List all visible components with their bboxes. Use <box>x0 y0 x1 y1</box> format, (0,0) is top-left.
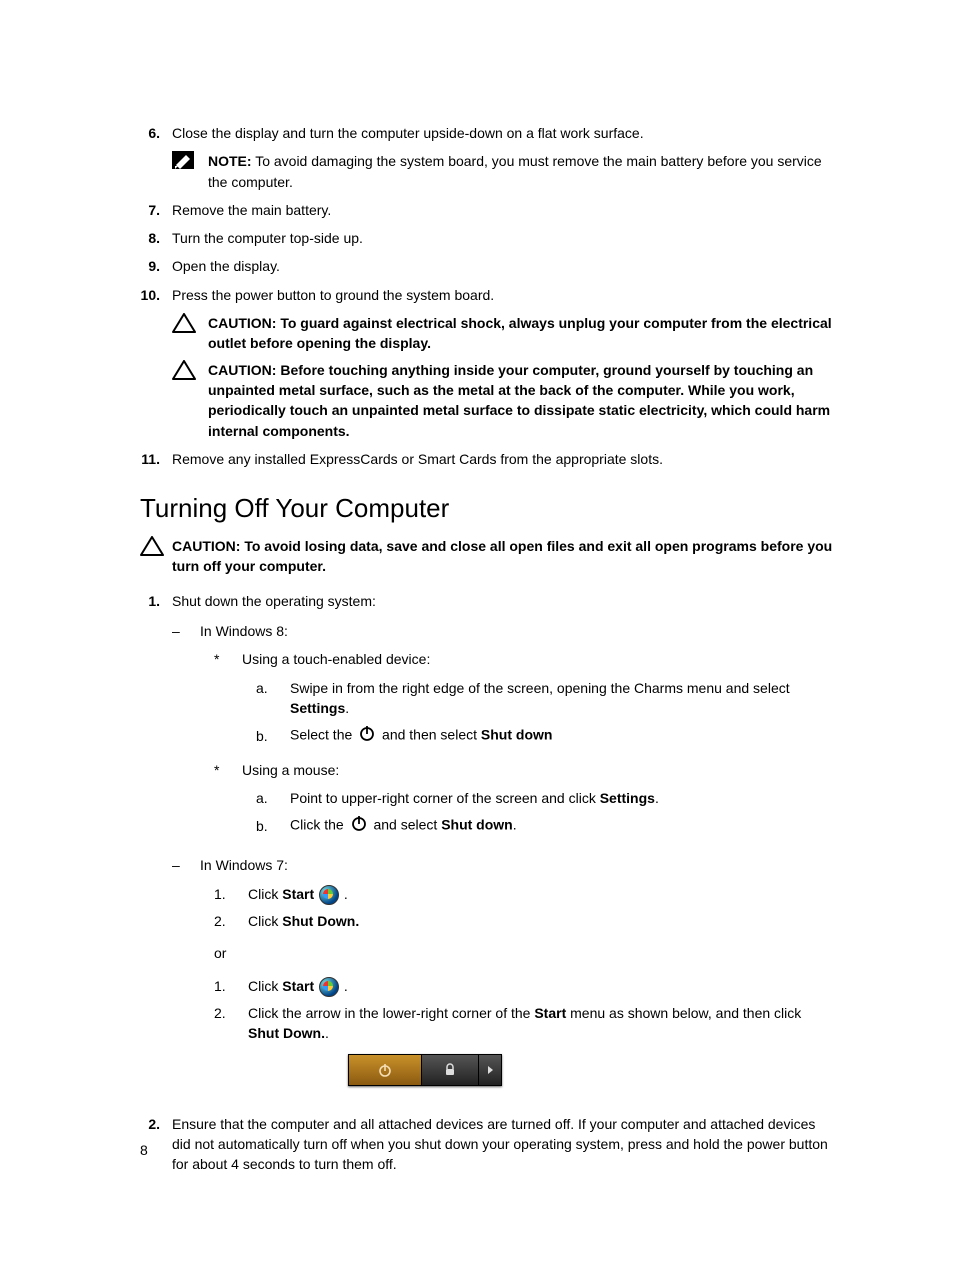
substep-2: 2. Click Shut Down. <box>214 911 834 931</box>
caution-icon <box>140 536 172 577</box>
start-orb-icon <box>319 977 339 997</box>
note-label: NOTE: <box>208 153 252 169</box>
caution-icon <box>172 360 208 441</box>
step-number: 6. <box>140 123 172 143</box>
substep-a: a. Point to upper-right corner of the sc… <box>256 788 834 808</box>
lock-segment <box>422 1055 479 1085</box>
note-icon <box>172 151 208 192</box>
step-6: 6. Close the display and turn the comput… <box>140 123 834 143</box>
caution-callout: CAUTION: To avoid losing data, save and … <box>140 536 834 577</box>
note-callout: NOTE: To avoid damaging the system board… <box>172 151 834 192</box>
substep-b: b. Select the and then select Shut down <box>256 724 834 747</box>
step-11: 11. Remove any installed ExpressCards or… <box>140 449 834 469</box>
substep-a: a. Swipe in from the right edge of the s… <box>256 678 834 719</box>
step-text: Shut down the operating system: <box>172 591 834 611</box>
shutdown-button-image <box>348 1054 502 1086</box>
caution-text: CAUTION: To guard against electrical sho… <box>208 313 834 354</box>
step-1: 1. Shut down the operating system: – In … <box>140 591 834 1098</box>
power-icon <box>358 724 376 747</box>
caution-icon <box>172 313 208 354</box>
or-text: or <box>214 943 834 963</box>
step-9: 9. Open the display. <box>140 256 834 276</box>
arrow-segment <box>479 1055 501 1085</box>
note-text: NOTE: To avoid damaging the system board… <box>208 151 834 192</box>
step-text: Close the display and turn the computer … <box>172 123 834 143</box>
substep-1: 1. Click Start . <box>214 884 834 905</box>
step-7: 7. Remove the main battery. <box>140 200 834 220</box>
caution-callout: CAUTION: Before touching anything inside… <box>172 360 834 441</box>
substep-2-alt: 2. Click the arrow in the lower-right co… <box>214 1003 834 1086</box>
power-segment <box>349 1055 422 1085</box>
caution-text: CAUTION: To avoid losing data, save and … <box>172 536 834 577</box>
power-icon <box>350 814 368 837</box>
step-10: 10. Press the power button to ground the… <box>140 285 834 305</box>
sub-item-touch: * Using a touch-enabled device: a. Swipe… <box>214 649 834 753</box>
sub-item-windows8: – In Windows 8: * Using a touch-enabled … <box>172 621 834 849</box>
substep-1-alt: 1. Click Start . <box>214 976 834 997</box>
sub-item-windows7: – In Windows 7: 1. Click Start . 2. <box>172 855 834 1091</box>
section-heading: Turning Off Your Computer <box>140 493 834 524</box>
start-orb-icon <box>319 885 339 905</box>
substep-b: b. Click the and select Shut down. <box>256 814 834 837</box>
sub-item-mouse: * Using a mouse: a. Point to upper-right… <box>214 760 834 844</box>
step-2: 2. Ensure that the computer and all atta… <box>140 1114 834 1175</box>
caution-callout: CAUTION: To guard against electrical sho… <box>172 313 834 354</box>
caution-text: CAUTION: Before touching anything inside… <box>208 360 834 441</box>
page-number: 8 <box>140 1142 148 1158</box>
step-8: 8. Turn the computer top-side up. <box>140 228 834 248</box>
